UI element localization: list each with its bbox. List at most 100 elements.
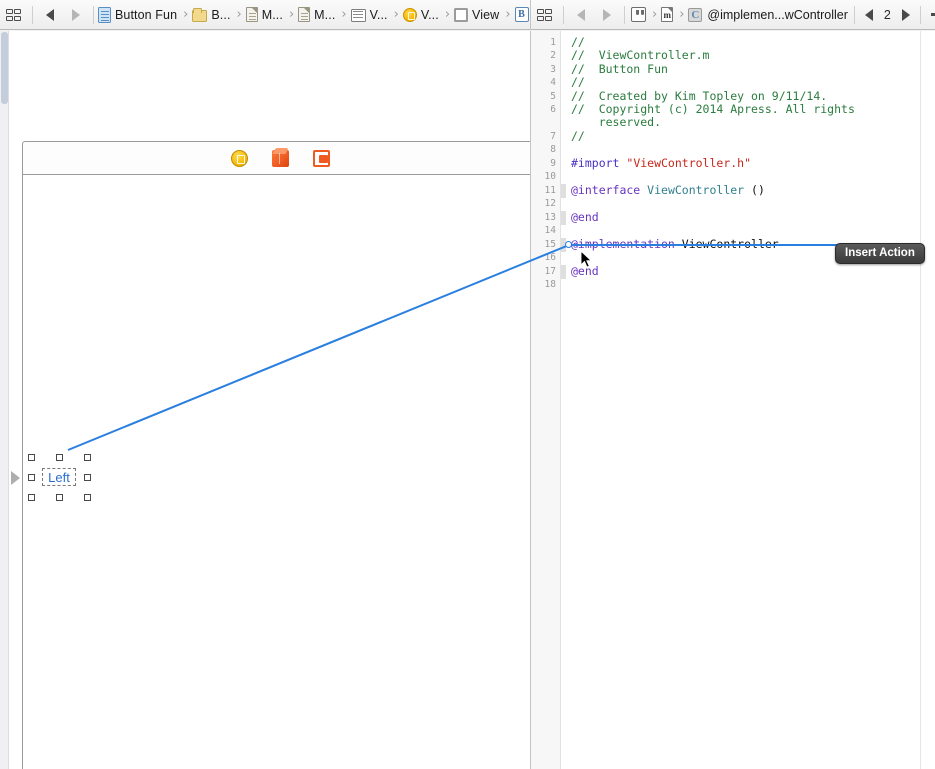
code-line[interactable]: @implementation ViewController — [571, 237, 779, 251]
breadcrumb-item-file-2[interactable]: M... — [298, 0, 335, 30]
line-number: 3 — [550, 64, 556, 75]
storyboard-icon — [350, 8, 366, 22]
assistant-nib-icon — [631, 7, 646, 22]
code-token: @interface — [571, 183, 648, 197]
code-line[interactable]: #import "ViewController.h" — [571, 156, 752, 170]
line-number: 12 — [544, 198, 556, 209]
breadcrumb-item-button[interactable]: B Left — [514, 0, 530, 30]
line-number-gutter: 1 2 3 4 5 6 7 8 9 10 11 12 13 14 15 16 17 18 — [531, 31, 561, 769]
exit-dock-icon[interactable] — [312, 149, 330, 167]
forward-triangle-icon[interactable] — [63, 0, 89, 30]
breadcrumb: Button Fun › B... › M... › M... › V... ›… — [98, 0, 530, 30]
arrow-cursor — [580, 250, 592, 268]
change-bar — [561, 211, 566, 225]
back-triangle-icon[interactable] — [568, 0, 594, 30]
change-bar — [561, 184, 566, 198]
insert-action-tooltip: Insert Action — [835, 243, 925, 264]
code-token: // Copyright (c) 2014 Apress. All rights — [571, 102, 855, 116]
resize-handle-bottom-right[interactable] — [84, 494, 91, 501]
interface-builder-canvas-pane[interactable]: Left — [0, 31, 530, 769]
line-number: 17 — [544, 266, 556, 277]
line-number: 8 — [550, 144, 556, 155]
resize-handle-top-right[interactable] — [84, 454, 91, 461]
divider — [919, 5, 921, 24]
line-number: 4 — [550, 77, 556, 88]
canvas-scrollbar[interactable] — [0, 31, 9, 769]
line-number: 5 — [550, 91, 556, 102]
button-icon: B — [514, 7, 529, 22]
code-line[interactable]: @end — [571, 210, 599, 224]
breadcrumb-label: M... — [261, 7, 283, 22]
first-responder-dock-icon[interactable] — [271, 149, 289, 167]
code-token: // Button Fun — [571, 62, 668, 76]
breadcrumb-item-m-file[interactable]: m — [661, 0, 674, 30]
view-icon — [454, 7, 469, 22]
code-token: // — [571, 129, 585, 143]
view-controller-view[interactable] — [22, 174, 530, 769]
storyboard-canvas[interactable]: Left — [9, 31, 530, 769]
breadcrumb-label: V... — [420, 7, 439, 22]
back-triangle-icon[interactable] — [37, 0, 63, 30]
breadcrumb-item-assistant-nib[interactable] — [631, 0, 646, 30]
breadcrumb-item-view[interactable]: View — [454, 0, 499, 30]
resize-handle-middle-right[interactable] — [84, 474, 91, 481]
file-icon — [298, 7, 311, 22]
related-items-grid-icon[interactable] — [0, 0, 28, 30]
view-controller-dock-icon[interactable] — [230, 149, 248, 167]
code-line[interactable]: // — [571, 129, 585, 143]
assistant-editor-pane[interactable]: 1 2 3 4 5 6 7 8 9 10 11 12 13 14 15 16 17 18 //// ViewCon… — [530, 31, 935, 769]
editor-scrollbar[interactable] — [920, 31, 935, 769]
scrollbar-thumb[interactable] — [1, 32, 8, 104]
resize-handle-bottom-left[interactable] — [28, 494, 35, 501]
code-token: #import — [571, 156, 627, 170]
breadcrumb-item-project[interactable]: Button Fun — [98, 0, 177, 30]
previous-triangle-icon[interactable] — [859, 0, 879, 30]
breadcrumb-separator: › — [236, 7, 242, 22]
breadcrumb-separator: › — [393, 7, 399, 22]
code-line[interactable]: // — [571, 75, 585, 89]
breadcrumb-separator: › — [341, 7, 347, 22]
resize-handle-bottom-center[interactable] — [56, 494, 63, 501]
breadcrumb-item-file-1[interactable]: M... — [245, 0, 283, 30]
line-number: 18 — [544, 279, 556, 290]
code-line[interactable]: @interface ViewController () — [571, 183, 765, 197]
change-bar — [561, 265, 566, 279]
breadcrumb-item-objc-class[interactable]: C @implemen...wController — [688, 0, 848, 30]
code-token: // — [571, 75, 585, 89]
breadcrumb-label: Button Fun — [115, 7, 178, 22]
breadcrumb-separator: › — [679, 7, 685, 22]
interface-builder-jump-bar: Button Fun › B... › M... › M... › V... ›… — [0, 0, 530, 30]
breadcrumb-item-storyboard[interactable]: V... — [350, 0, 388, 30]
canvas-disclosure-triangle-icon[interactable] — [11, 471, 20, 485]
code-line[interactable]: reserved. — [571, 115, 661, 129]
breadcrumb-separator: › — [288, 7, 295, 22]
breadcrumb-separator: › — [444, 7, 451, 22]
assistant-counter: 2 — [883, 7, 891, 22]
line-number: 14 — [544, 225, 556, 236]
line-number: 7 — [550, 131, 556, 142]
breadcrumb-label: V... — [369, 7, 388, 22]
code-line[interactable]: // ViewController.m — [571, 48, 709, 62]
source-code-text[interactable]: //// ViewController.m// Button Fun//// C… — [571, 31, 921, 769]
selected-button-left[interactable]: Left — [28, 454, 91, 501]
breadcrumb-item-folder[interactable]: B... — [192, 0, 230, 30]
code-token: () — [744, 183, 765, 197]
code-token: ViewController — [681, 237, 779, 251]
line-number: 11 — [544, 185, 556, 196]
code-line[interactable]: // Button Fun — [571, 62, 668, 76]
divider — [93, 5, 94, 24]
code-token: // Created by Kim Topley on 9/11/14. — [571, 89, 828, 103]
code-token: "ViewController.h" — [626, 156, 752, 170]
code-token: @end — [571, 210, 599, 224]
resize-handle-top-center[interactable] — [56, 454, 63, 461]
add-assistant-editor-icon[interactable] — [925, 0, 935, 30]
line-number: 15 — [544, 239, 556, 250]
related-items-grid-icon[interactable] — [531, 0, 559, 30]
breadcrumb-item-view-controller[interactable]: V... — [402, 0, 439, 30]
forward-triangle-icon[interactable] — [594, 0, 620, 30]
resize-handle-middle-left[interactable] — [28, 474, 35, 481]
objc-class-icon: C — [688, 7, 703, 22]
resize-handle-top-left[interactable] — [28, 454, 35, 461]
next-triangle-icon[interactable] — [896, 0, 916, 30]
divider — [853, 5, 855, 24]
